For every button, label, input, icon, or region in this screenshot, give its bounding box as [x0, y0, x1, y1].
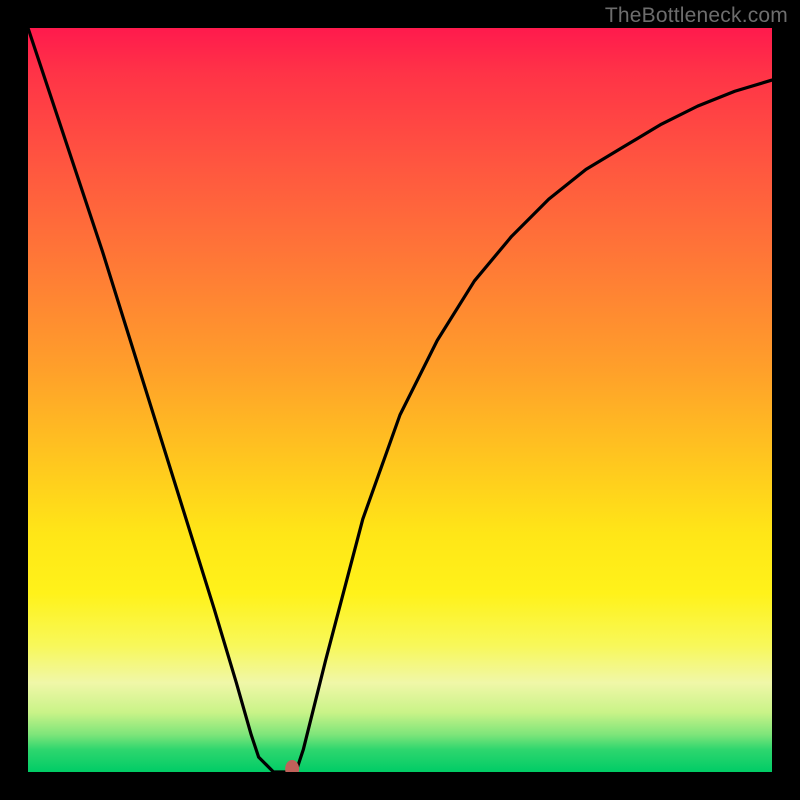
watermark-text: TheBottleneck.com — [605, 4, 788, 28]
plot-area — [28, 28, 772, 772]
chart-frame: TheBottleneck.com — [0, 0, 800, 800]
minimum-point-marker — [285, 760, 299, 772]
bottleneck-curve — [28, 28, 772, 772]
plot-svg — [28, 28, 772, 772]
